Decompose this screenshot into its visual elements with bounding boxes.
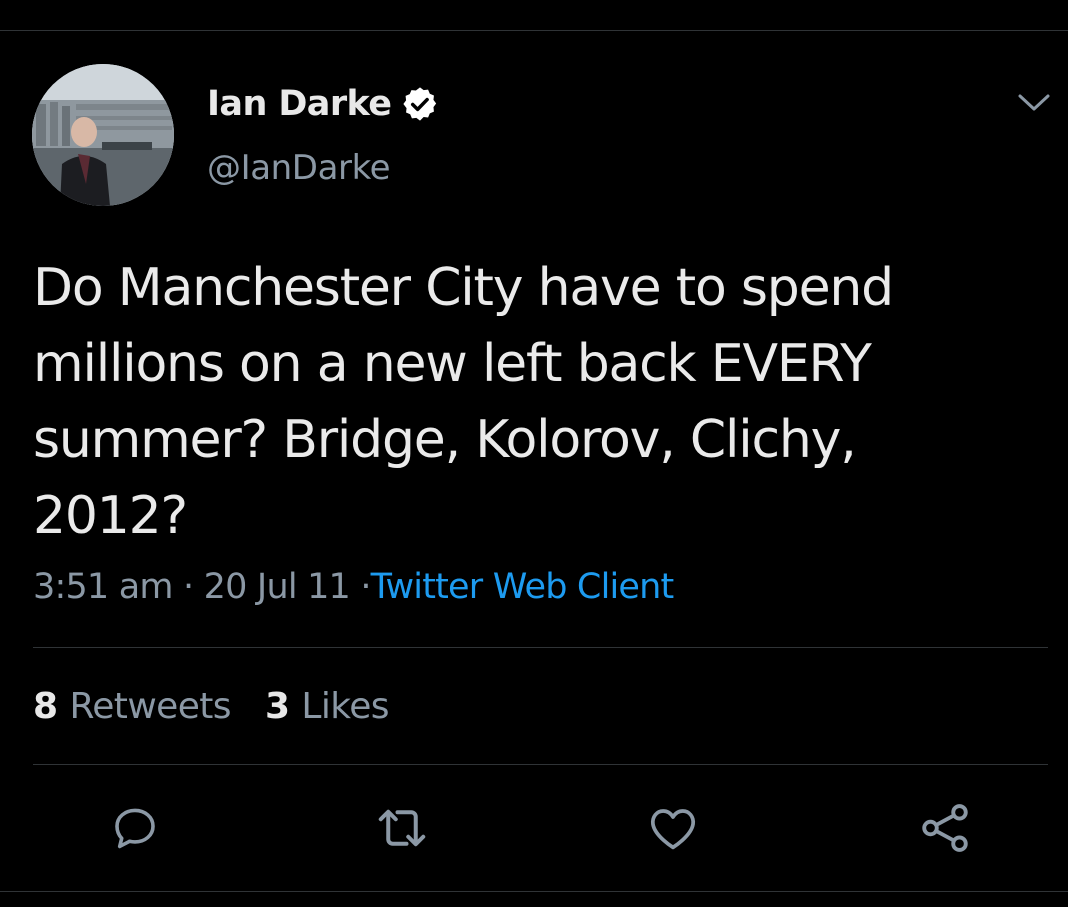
retweets-label: Retweets <box>69 686 231 727</box>
divider <box>33 764 1048 765</box>
chevron-down-icon[interactable] <box>1016 88 1052 116</box>
top-divider <box>0 30 1068 31</box>
retweet-icon <box>378 809 426 847</box>
divider <box>33 647 1048 648</box>
tweet-time: 3:51 am <box>33 567 173 607</box>
verified-badge-icon <box>401 85 439 123</box>
share-button[interactable] <box>915 798 975 858</box>
share-icon <box>922 804 968 852</box>
tweet-stats: 8 Retweets 3 Likes <box>33 682 390 732</box>
speech-bubble-icon <box>115 808 155 849</box>
tweet-text: Do Manchester City have to spend million… <box>33 258 894 546</box>
likes-count: 3 <box>264 686 290 727</box>
meta-separator: · <box>183 567 194 607</box>
tweet-source-link[interactable]: Twitter Web Client <box>371 567 675 607</box>
retweets-count: 8 <box>33 686 58 727</box>
likes-stat[interactable]: 3 Likes <box>264 682 390 732</box>
tweet-meta: 3:51 am · 20 Jul 11 ·Twitter Web Client <box>33 562 675 612</box>
reply-button[interactable] <box>105 798 165 858</box>
like-button[interactable] <box>643 798 703 858</box>
author-handle[interactable]: @IanDarke <box>207 148 391 188</box>
avatar[interactable] <box>32 64 174 206</box>
author-display-name[interactable]: Ian Darke <box>207 84 392 124</box>
retweets-stat[interactable]: 8 Retweets <box>33 682 232 732</box>
heart-icon <box>650 809 696 850</box>
likes-label: Likes <box>301 686 389 727</box>
meta-separator: · <box>360 567 371 607</box>
avatar-photo <box>32 64 174 206</box>
divider <box>0 891 1068 892</box>
retweet-button[interactable] <box>372 798 432 858</box>
tweet-date: 20 Jul 11 <box>203 567 351 607</box>
author-name-row[interactable]: Ian Darke <box>207 80 439 128</box>
